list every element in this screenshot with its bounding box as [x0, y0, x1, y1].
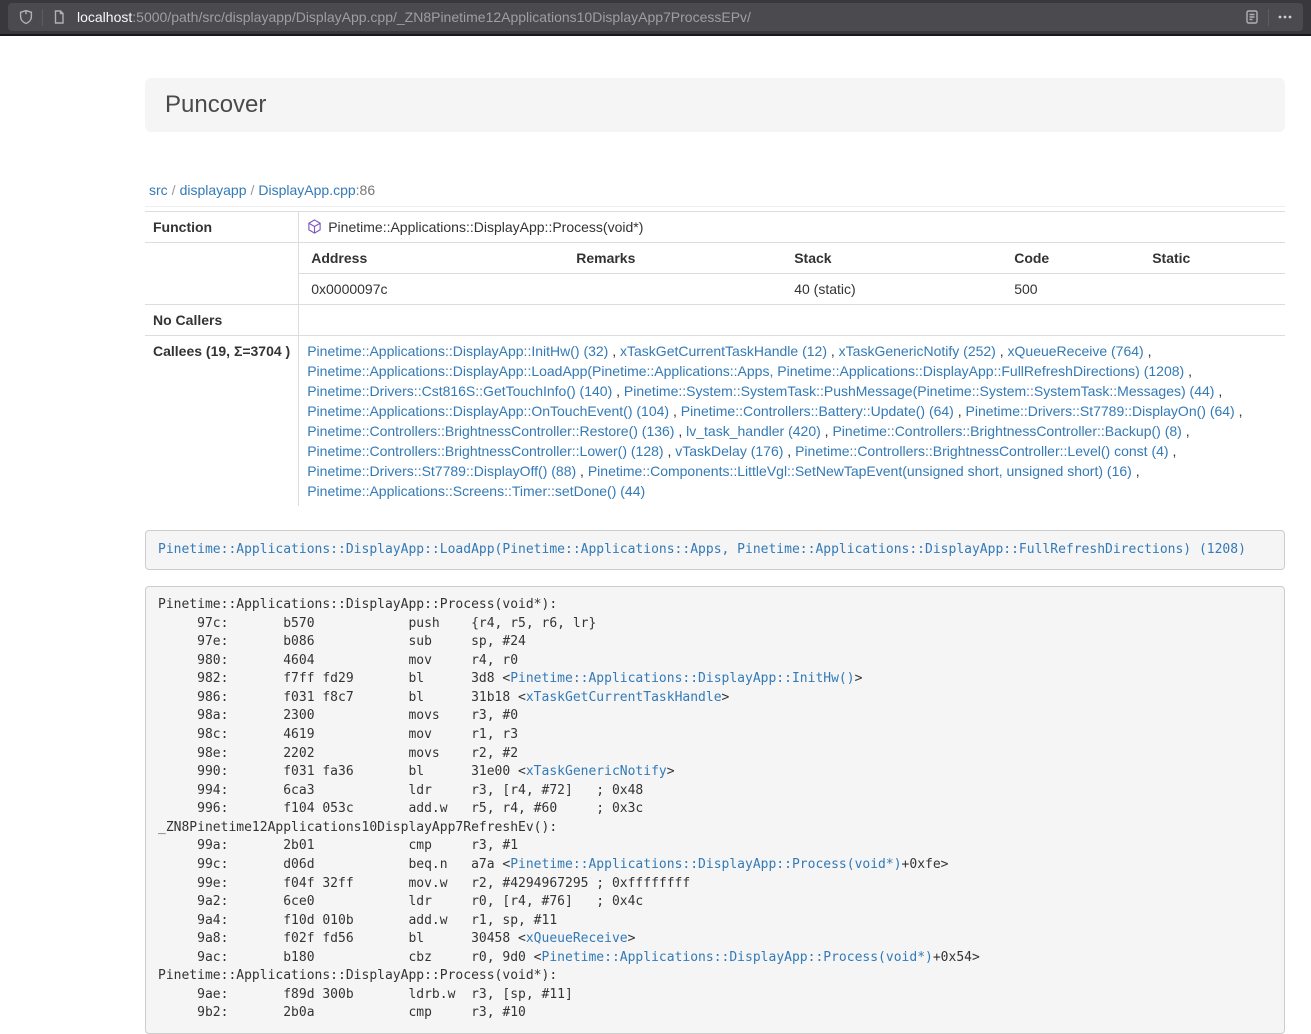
callee-separator: , — [1235, 403, 1243, 419]
browser-toolbar: localhost :5000/path/src/displayapp/Disp… — [0, 0, 1311, 36]
col-header-stack: Stack — [782, 243, 1002, 274]
col-header-remarks: Remarks — [564, 243, 782, 274]
page-icon[interactable] — [51, 9, 67, 25]
reader-mode-icon[interactable] — [1244, 9, 1260, 25]
callee-separator: , — [1144, 343, 1152, 359]
no-callers-label: No Callers — [145, 305, 299, 336]
col-header-static: Static — [1140, 243, 1285, 274]
url-host: localhost — [77, 9, 132, 25]
callee-separator: , — [821, 423, 833, 439]
callee-link[interactable]: xTaskGetCurrentTaskHandle (12) — [620, 343, 827, 359]
callee-link[interactable]: Pinetime::Applications::DisplayApp::Load… — [307, 363, 1184, 379]
callee-link[interactable]: Pinetime::Drivers::St7789::DisplayOn() (… — [966, 403, 1235, 419]
address-table-data-row: 0x0000097c 40 (static) 500 — [299, 274, 1285, 305]
no-callers-cell — [299, 305, 1285, 336]
remarks-value — [564, 274, 782, 305]
callee-separator: , — [1169, 443, 1177, 459]
disasm-symbol-link[interactable]: Pinetime::Applications::DisplayApp::Proc… — [542, 950, 933, 965]
toolbar-divider — [1268, 9, 1269, 26]
callee-separator: , — [612, 383, 624, 399]
breadcrumb-item-src[interactable]: src — [149, 182, 168, 198]
address-table-row: Address Remarks Stack Code Static 0x0000… — [145, 243, 1285, 305]
disasm-symbol-link[interactable]: Pinetime::Applications::DisplayApp::Init… — [510, 671, 854, 686]
loadapp-symbol-link[interactable]: Pinetime::Applications::DisplayApp::Load… — [158, 542, 1246, 557]
breadcrumb-line-number: :86 — [356, 182, 375, 198]
breadcrumb-item-file[interactable]: DisplayApp.cpp — [258, 182, 355, 198]
address-table-header: Address Remarks Stack Code Static — [299, 243, 1285, 274]
breadcrumb-item-displayapp[interactable]: displayapp — [180, 182, 247, 198]
callee-link[interactable]: Pinetime::Applications::DisplayApp::Init… — [307, 343, 608, 359]
callee-link[interactable]: Pinetime::Controllers::Battery::Update()… — [681, 403, 954, 419]
shield-icon[interactable] — [18, 9, 34, 25]
callee-link[interactable]: Pinetime::Controllers::BrightnessControl… — [832, 423, 1181, 439]
stack-value: 40 (static) — [782, 274, 1002, 305]
disasm-symbol-link[interactable]: xTaskGenericNotify — [526, 764, 667, 779]
breadcrumb-separator: / — [168, 182, 180, 198]
callee-separator: , — [1214, 383, 1222, 399]
divider — [145, 206, 1285, 207]
page-actions-ellipsis-icon[interactable] — [1277, 9, 1293, 25]
callees-list: Pinetime::Applications::DisplayApp::Init… — [299, 336, 1285, 507]
callee-link[interactable]: Pinetime::Components::LittleVgl::SetNewT… — [588, 463, 1132, 479]
function-name: Pinetime::Applications::DisplayApp::Proc… — [328, 219, 643, 235]
callee-link[interactable]: Pinetime::Applications::DisplayApp::OnTo… — [307, 403, 669, 419]
callee-separator: , — [669, 403, 681, 419]
callee-separator: , — [996, 343, 1008, 359]
callee-separator: , — [1184, 363, 1192, 379]
callee-link[interactable]: Pinetime::Controllers::BrightnessControl… — [795, 443, 1168, 459]
callee-link[interactable]: xQueueReceive (764) — [1008, 343, 1144, 359]
col-header-code: Code — [1002, 243, 1140, 274]
function-row: Function Pinetime::Applications::Display… — [145, 212, 1285, 243]
callee-separator: , — [783, 443, 795, 459]
toolbar-divider — [42, 9, 43, 26]
app-header: Puncover — [145, 78, 1285, 132]
callee-separator: , — [608, 343, 620, 359]
cube-icon — [307, 219, 322, 234]
callees-label: Callees (19, Σ=3704 ) — [145, 336, 299, 507]
breadcrumb: src/displayapp/DisplayApp.cpp:86 — [149, 182, 1285, 198]
callee-link[interactable]: vTaskDelay (176) — [675, 443, 783, 459]
callee-separator: , — [954, 403, 966, 419]
no-callers-row: No Callers — [145, 305, 1285, 336]
code-value: 500 — [1002, 274, 1140, 305]
url-bar[interactable]: localhost :5000/path/src/displayapp/Disp… — [8, 3, 1303, 31]
callee-link[interactable]: Pinetime::Drivers::St7789::DisplayOff() … — [307, 463, 576, 479]
callees-row: Callees (19, Σ=3704 ) Pinetime::Applicat… — [145, 336, 1285, 507]
disasm-symbol-link[interactable]: xQueueReceive — [526, 931, 628, 946]
url-path: :5000/path/src/displayapp/DisplayApp.cpp… — [132, 9, 751, 25]
function-label: Function — [145, 212, 299, 243]
disassembly-code: Pinetime::Applications::DisplayApp::Proc… — [145, 586, 1285, 1034]
address-value: 0x0000097c — [299, 274, 564, 305]
loadapp-symbol-box: Pinetime::Applications::DisplayApp::Load… — [145, 530, 1285, 570]
callee-separator: , — [674, 423, 686, 439]
callee-separator: , — [1182, 423, 1190, 439]
callee-link[interactable]: Pinetime::Applications::Screens::Timer::… — [307, 483, 645, 499]
callee-link[interactable]: Pinetime::System::SystemTask::PushMessag… — [624, 383, 1215, 399]
callee-link[interactable]: lv_task_handler (420) — [686, 423, 821, 439]
breadcrumb-separator: / — [247, 182, 259, 198]
disasm-symbol-link[interactable]: Pinetime::Applications::DisplayApp::Proc… — [510, 857, 901, 872]
function-table: Function Pinetime::Applications::Display… — [145, 211, 1285, 506]
function-name-cell: Pinetime::Applications::DisplayApp::Proc… — [299, 212, 1285, 243]
callee-link[interactable]: Pinetime::Controllers::BrightnessControl… — [307, 423, 674, 439]
col-header-address: Address — [299, 243, 564, 274]
app-title-link[interactable]: Puncover — [165, 91, 266, 118]
static-value — [1140, 274, 1285, 305]
callee-link[interactable]: Pinetime::Controllers::BrightnessControl… — [307, 443, 663, 459]
callee-separator: , — [576, 463, 588, 479]
disasm-symbol-link[interactable]: xTaskGetCurrentTaskHandle — [526, 690, 722, 705]
callee-separator: , — [1132, 463, 1140, 479]
callee-separator: , — [827, 343, 839, 359]
address-table: Address Remarks Stack Code Static 0x0000… — [299, 243, 1285, 304]
callee-separator: , — [664, 443, 676, 459]
callee-link[interactable]: Pinetime::Drivers::Cst816S::GetTouchInfo… — [307, 383, 612, 399]
callee-link[interactable]: xTaskGenericNotify (252) — [839, 343, 996, 359]
empty-label-cell — [145, 243, 299, 305]
